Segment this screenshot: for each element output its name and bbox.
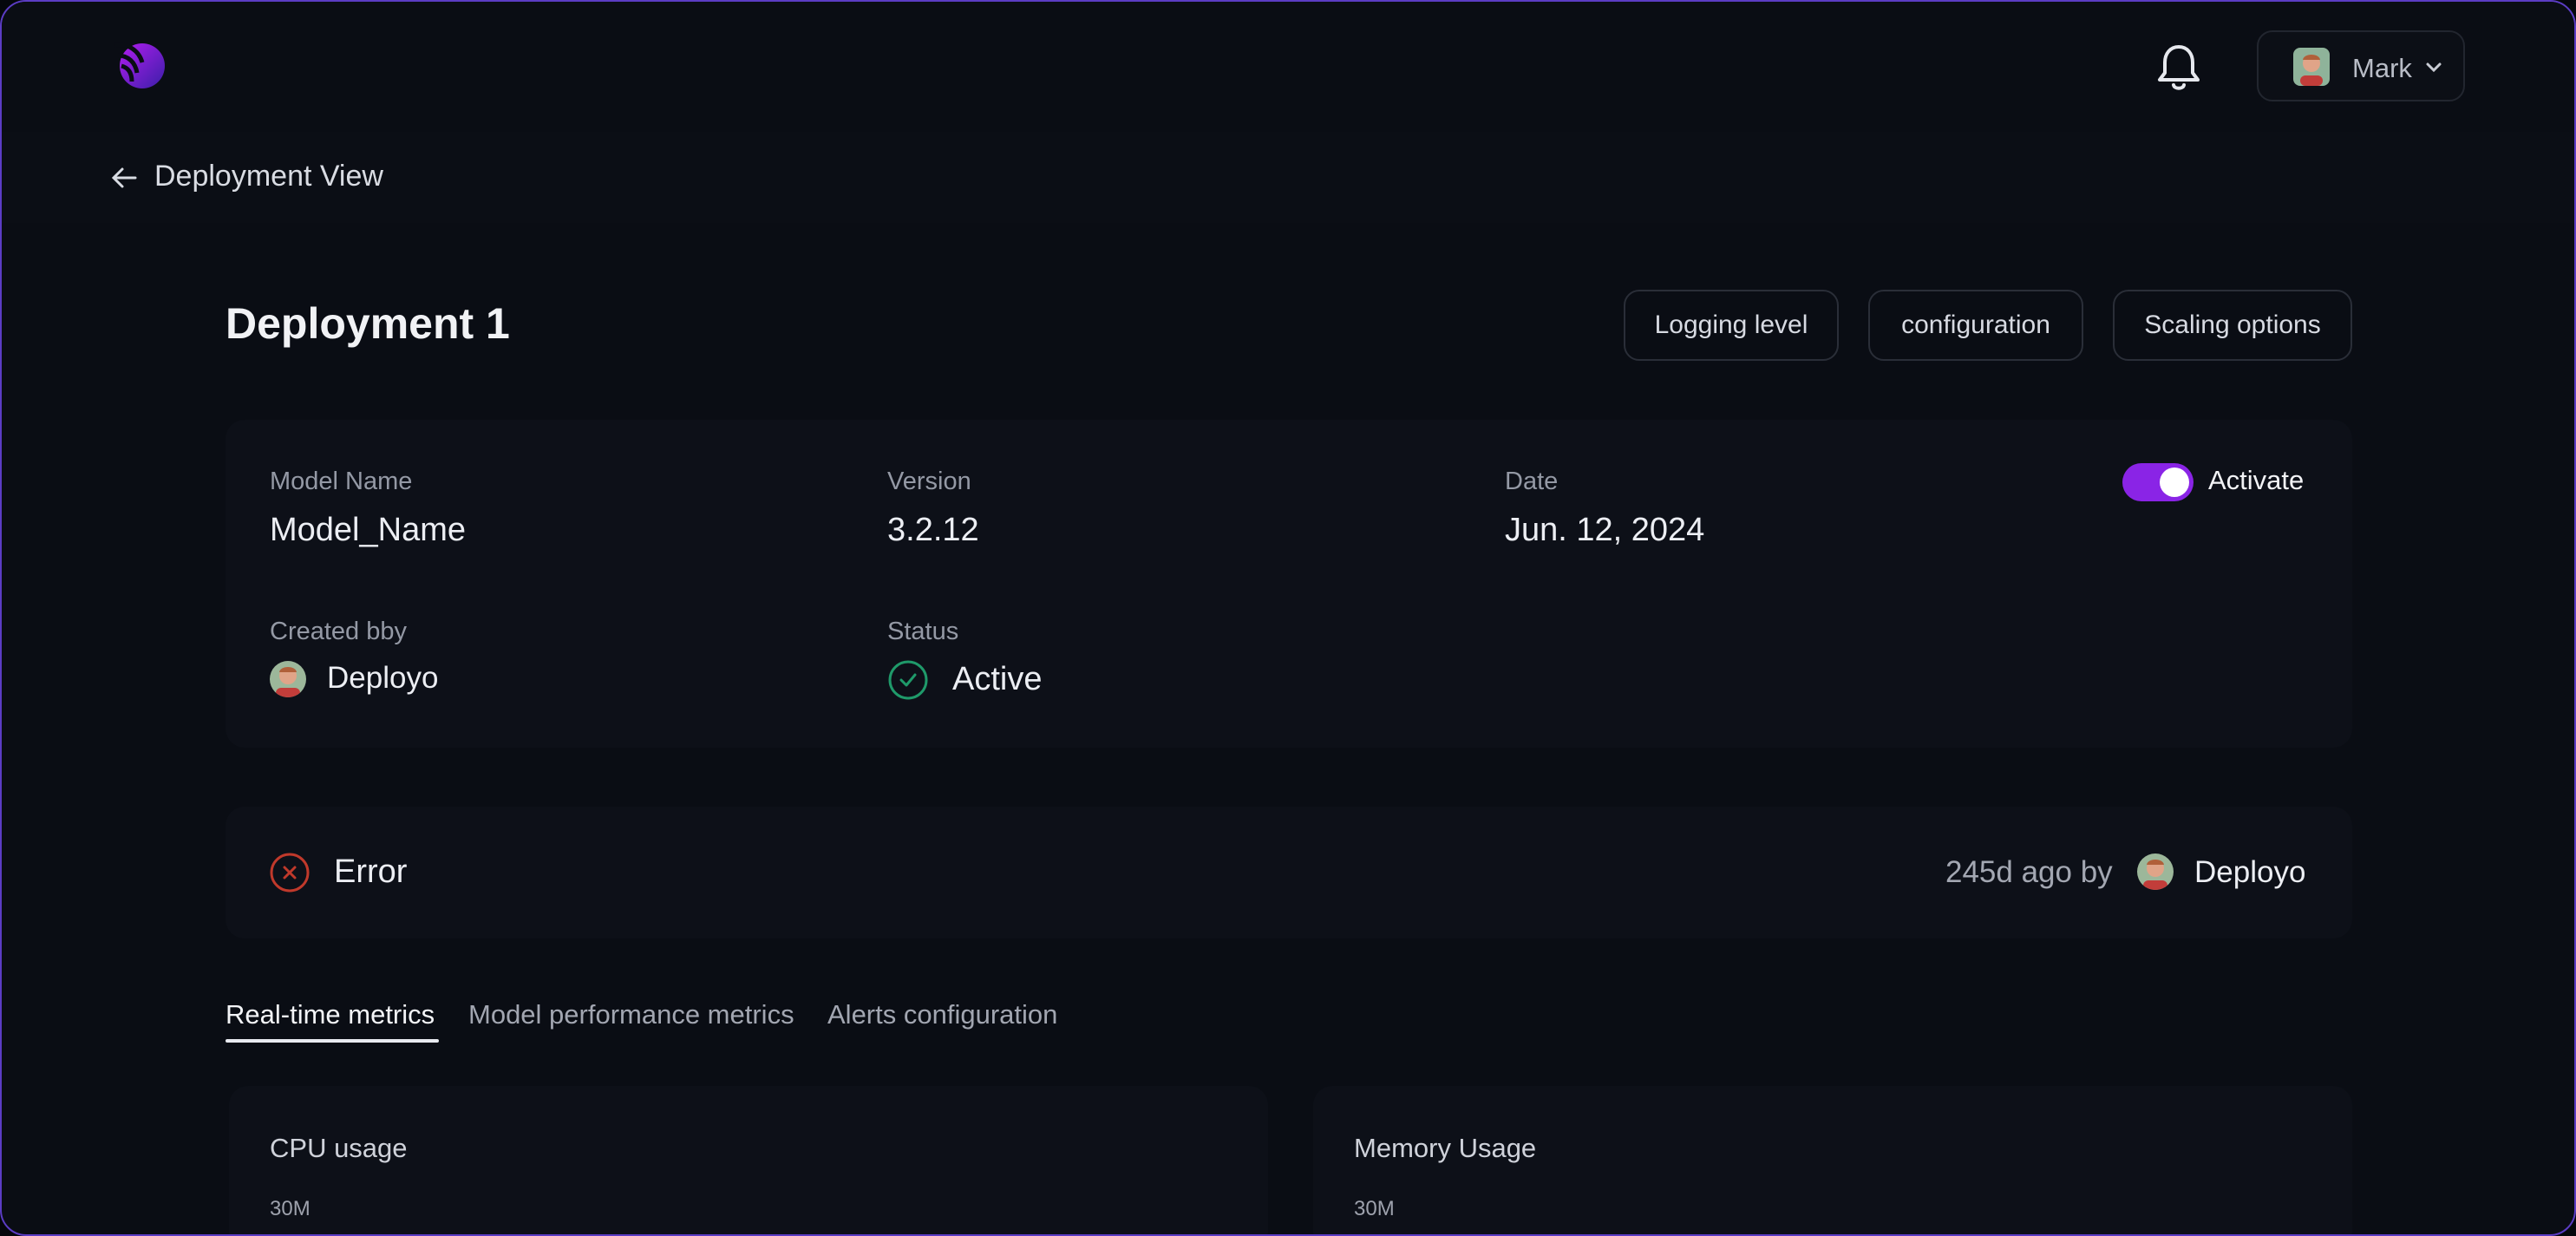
scaling-options-button[interactable]: Scaling options [2113,290,2352,361]
error-label: Error [334,853,408,890]
activate-label: Activate [2208,465,2305,495]
status-value: Active [952,661,1043,697]
activate-toggle[interactable] [2122,463,2194,501]
check-circle-icon [888,660,928,700]
user-avatar [2293,48,2330,86]
error-banner: Error 245d ago by Deployo [226,807,2352,938]
memory-axis-tick: 30M [1354,1197,1395,1220]
tab-alerts-configuration[interactable]: Alerts configuration [827,999,1057,1030]
creator-avatar [270,661,306,697]
chevron-down-icon [2426,62,2442,73]
active-tab-indicator [226,1039,439,1043]
brand-logo-icon[interactable] [109,36,168,95]
page-title: Deployment 1 [226,299,510,348]
error-time: 245d ago by [1945,855,2113,889]
created-by-value: Deployo [327,661,439,695]
logging-level-button[interactable]: Logging level [1624,290,1839,361]
app-window: Mark Deployment View Deployment 1 Loggin… [0,0,2576,1236]
tab-real-time-metrics[interactable]: Real-time metrics [226,999,435,1030]
created-by-label: Created bby [270,618,407,645]
cpu-axis-tick: 30M [270,1197,311,1220]
error-circle-icon [270,853,310,893]
configuration-button[interactable]: configuration [1868,290,2083,361]
model-name-value: Model_Name [270,512,466,548]
cpu-usage-title: CPU usage [270,1133,408,1163]
user-menu-button[interactable]: Mark [2257,30,2465,101]
back-link[interactable]: Deployment View [154,160,383,193]
date-value: Jun. 12, 2024 [1505,512,1705,548]
cpu-usage-card: CPU usage 30M [229,1086,1268,1234]
memory-usage-title: Memory Usage [1354,1133,1537,1163]
top-navigation: Mark [2,2,2574,132]
bell-icon[interactable] [2154,42,2203,94]
deployment-details-card: Model Name Model_Name Version 3.2.12 Dat… [226,420,2352,748]
status-label: Status [887,618,959,645]
version-value: 3.2.12 [887,512,979,548]
date-label: Date [1505,468,1559,495]
tab-model-performance-metrics[interactable]: Model performance metrics [468,999,794,1030]
arrow-left-icon[interactable] [111,167,137,189]
user-name: Mark [2352,53,2412,83]
memory-usage-card: Memory Usage 30M [1313,1086,2352,1234]
breadcrumb: Deployment View [2,132,2574,223]
error-user-avatar [2137,853,2174,890]
toggle-knob [2160,468,2189,497]
version-label: Version [887,468,971,495]
model-name-label: Model Name [270,468,413,495]
error-user: Deployo [2194,855,2306,889]
